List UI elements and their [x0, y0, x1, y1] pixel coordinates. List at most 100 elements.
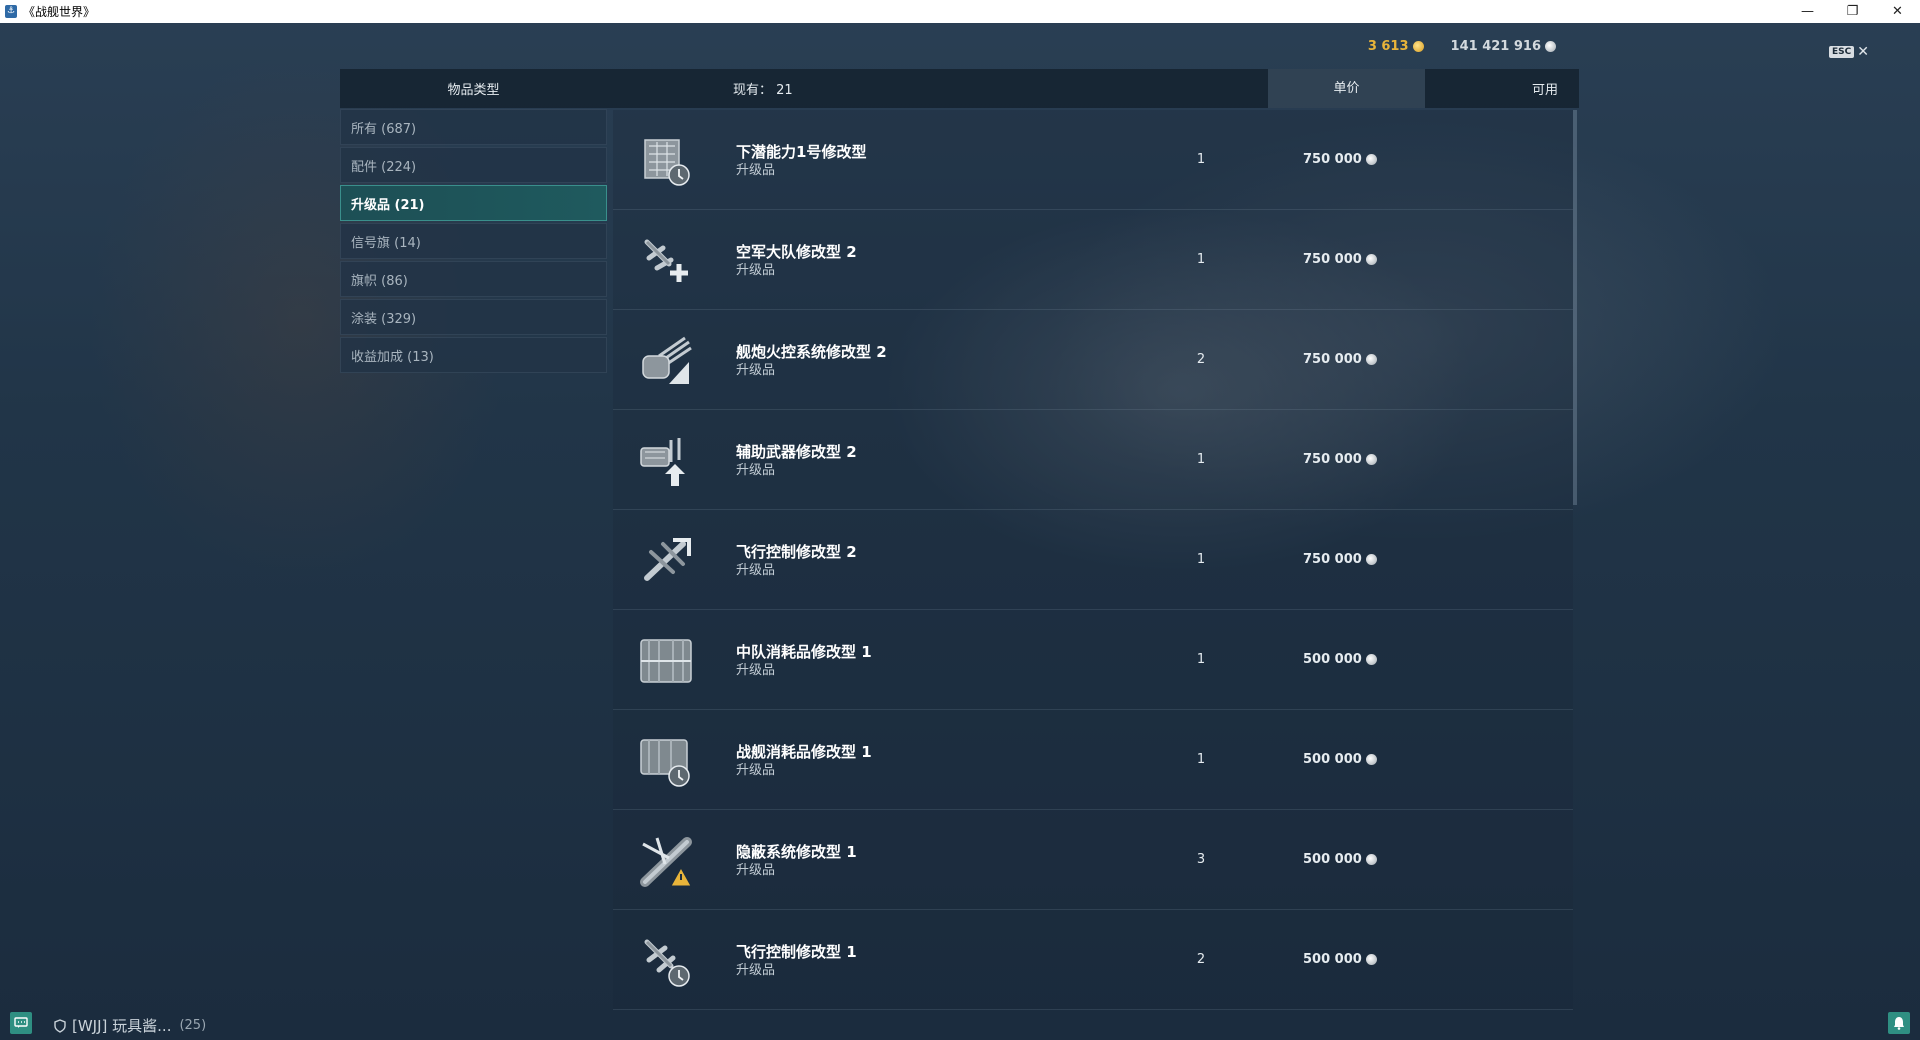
consumable-box-icon: [640, 639, 692, 683]
submarine-module-icon: [644, 139, 690, 186]
close-icon: ✕: [1857, 44, 1869, 60]
item-type: 升级品: [736, 163, 776, 178]
category-label: 所有 (687): [351, 121, 417, 137]
category-label: 收益加成 (13): [351, 349, 434, 365]
esc-close-button[interactable]: ESC ✕: [1829, 44, 1869, 60]
price-column-header[interactable]: 单价: [1268, 69, 1425, 108]
category-label: 信号旗 (14): [351, 235, 421, 251]
list-item[interactable]: 空军大队修改型 2 升级品 1 750 000: [613, 210, 1573, 310]
category-upgrades[interactable]: 升级品 (21): [340, 185, 607, 221]
item-available: 1: [1196, 152, 1206, 167]
chat-icon: [14, 1017, 28, 1028]
item-available: 1: [1196, 452, 1206, 467]
list-item[interactable]: 隐蔽系统修改型 1 升级品 3 500 000: [613, 810, 1573, 910]
close-window-button[interactable]: ✕: [1875, 0, 1920, 23]
price-value: 500 000: [1303, 752, 1362, 767]
credits-icon: [1545, 41, 1556, 52]
app-icon: ⚓: [5, 5, 17, 18]
item-type: 升级品: [736, 663, 776, 678]
price-value: 750 000: [1303, 252, 1362, 267]
item-type-heading: 物品类型: [447, 83, 500, 98]
bottom-bar: [WJJ] 玩具酱... (25): [0, 1008, 1920, 1040]
list-item[interactable]: 飞行控制修改型 1 升级品 2 500 000: [613, 910, 1573, 1010]
window-title: 《战舰世界》: [23, 5, 96, 19]
credits-icon: [1365, 854, 1377, 865]
credits-icon: [1365, 154, 1377, 165]
item-price: 500 000: [1303, 652, 1377, 667]
category-label: 旗帜 (86): [351, 273, 408, 289]
gun-turret-icon: [642, 336, 692, 384]
gold-balance: 3 613: [1368, 39, 1424, 54]
currency-bar: 3 613 141 421 916: [1368, 39, 1556, 54]
category-flags[interactable]: 旗帜 (86): [340, 261, 607, 297]
item-price: 500 000: [1303, 752, 1377, 767]
minimize-button[interactable]: —: [1785, 0, 1830, 23]
category-boosters[interactable]: 收益加成 (13): [340, 337, 607, 373]
credits-icon: [1365, 254, 1377, 265]
price-value: 500 000: [1303, 852, 1362, 867]
credits-icon: [1365, 554, 1377, 565]
item-type: 升级品: [736, 863, 776, 878]
restore-button[interactable]: ❐: [1830, 0, 1875, 23]
list-item[interactable]: 舰炮火控系统修改型 2 升级品 2 750 000: [613, 310, 1573, 410]
item-available: 3: [1196, 852, 1206, 867]
list-item[interactable]: 飞行控制修改型 2 升级品 1 750 000: [613, 510, 1573, 610]
item-type: 升级品: [736, 463, 776, 478]
category-label: 配件 (224): [351, 159, 417, 175]
credits-icon: [1365, 354, 1377, 365]
list-scrollbar[interactable]: [1573, 110, 1577, 505]
chat-button[interactable]: [10, 1012, 32, 1034]
gold-amount: 3 613: [1367, 39, 1409, 54]
credits-icon: [1365, 654, 1377, 665]
available-column-header[interactable]: 可用: [1510, 79, 1580, 98]
list-item[interactable]: 中队消耗品修改型 1 升级品 1 500 000: [613, 610, 1573, 710]
item-type: 升级品: [736, 763, 776, 778]
item-price: 500 000: [1303, 852, 1377, 867]
category-all[interactable]: 所有 (687): [340, 109, 607, 145]
category-label: 涂装 (329): [351, 311, 417, 327]
secondary-guns-icon: [640, 438, 685, 486]
aircraft-clock-icon: [644, 939, 690, 987]
item-type: 升级品: [736, 263, 776, 278]
notifications-button[interactable]: [1888, 1012, 1910, 1034]
consumable-clock-icon: [640, 739, 690, 787]
window-titlebar: ⚓ 《战舰世界》 — ❐ ✕: [0, 0, 1920, 23]
item-available: 2: [1196, 952, 1206, 967]
item-price: 750 000: [1303, 552, 1377, 567]
shield-icon: [54, 1018, 66, 1033]
item-price: 750 000: [1303, 352, 1377, 367]
category-sidebar: 所有 (687) 配件 (224) 升级品 (21) 信号旗 (14) 旗帜 (…: [340, 109, 607, 375]
inventory-header: 物品类型 现有： 21 可用 单价: [340, 69, 1579, 108]
credits-balance: 141 421 916: [1451, 39, 1556, 54]
division-info[interactable]: [WJJ] 玩具酱... (25): [54, 1015, 206, 1036]
item-type: 升级品: [736, 363, 776, 378]
esc-key-label: ESC: [1829, 46, 1855, 58]
category-label: 升级品 (21): [351, 197, 425, 213]
item-available: 1: [1196, 552, 1206, 567]
item-price: 750 000: [1303, 452, 1377, 467]
aircraft-arrow-icon: [644, 538, 691, 581]
list-item[interactable]: 战舰消耗品修改型 1 升级品 1 500 000: [613, 710, 1573, 810]
online-count: (25): [179, 1018, 207, 1033]
doubloon-icon: [1412, 41, 1424, 52]
owned-count: 现有： 21: [733, 83, 793, 98]
list-item[interactable]: 辅助武器修改型 2 升级品 1 750 000: [613, 410, 1573, 510]
item-type: 升级品: [736, 563, 776, 578]
credits-icon: [1365, 754, 1377, 765]
window-controls: — ❐ ✕: [1785, 0, 1920, 23]
item-available: 2: [1196, 352, 1206, 367]
category-modules[interactable]: 配件 (224): [340, 147, 607, 183]
credits-icon: [1365, 454, 1377, 465]
credits-icon: [1365, 954, 1377, 965]
category-camouflage[interactable]: 涂装 (329): [340, 299, 607, 335]
bell-icon: [1894, 1017, 1904, 1030]
category-signals[interactable]: 信号旗 (14): [340, 223, 607, 259]
aircraft-plus-icon: [644, 239, 688, 282]
price-value: 750 000: [1303, 452, 1362, 467]
price-value: 500 000: [1303, 652, 1362, 667]
list-item[interactable]: 下潜能力1号修改型 升级品 1 750 000: [613, 110, 1573, 210]
clan-label: [WJJ] 玩具酱...: [72, 1017, 172, 1035]
item-price: 500 000: [1303, 952, 1377, 967]
price-value: 500 000: [1303, 952, 1362, 967]
price-value: 750 000: [1303, 352, 1362, 367]
